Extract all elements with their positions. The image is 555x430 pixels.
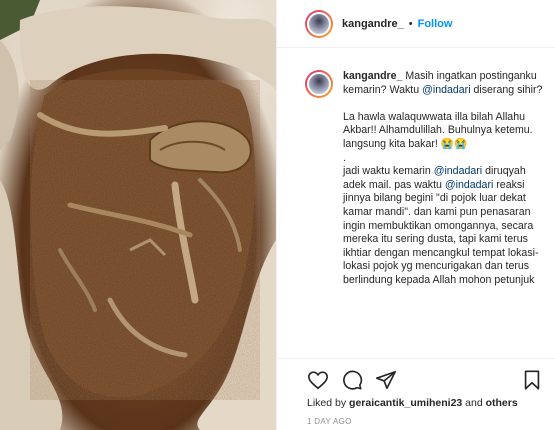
post-sidebar: kangandre_ • Follow kangandre_ Masih ing… (276, 0, 555, 430)
heart-icon[interactable] (307, 369, 329, 391)
likes-prefix: Liked by (307, 397, 350, 409)
caption-avatar-image (307, 72, 331, 96)
likes-line: Liked by geraicantik_umiheni23 and other… (307, 397, 543, 409)
actions-section: Liked by geraicantik_umiheni23 and other… (277, 358, 555, 430)
avatar-image (307, 11, 331, 36)
sack-of-soil-illustration (0, 0, 276, 430)
caption-avatar[interactable] (305, 70, 333, 98)
caption-mention[interactable]: @indadari (445, 179, 493, 191)
caption-username[interactable]: kangandre_ (343, 70, 402, 82)
liked-by-user[interactable]: geraicantik_umiheni23 (349, 397, 462, 409)
caption-section: kangandre_ Masih ingatkan postinganku ke… (277, 60, 555, 356)
bookmark-icon[interactable] (521, 369, 543, 391)
avatar[interactable] (305, 9, 333, 38)
follow-button[interactable]: Follow (418, 18, 453, 30)
post-image[interactable] (0, 0, 276, 430)
caption-segment: reaksi jinnya bilang begini "di pojok lu… (343, 178, 539, 286)
likes-others[interactable]: others (486, 397, 518, 409)
action-icon-row (307, 367, 543, 393)
comment-icon[interactable] (341, 369, 363, 391)
post-timestamp[interactable]: 1 DAY AGO (307, 417, 543, 426)
caption-text: kangandre_ Masih ingatkan postinganku ke… (343, 70, 545, 356)
post-header: kangandre_ • Follow (277, 0, 555, 48)
caption-segment: diserang sihir? La hawla walaquwwata ill… (343, 83, 543, 178)
separator-dot: • (408, 17, 413, 30)
share-icon[interactable] (375, 369, 397, 391)
header-username[interactable]: kangandre_ (342, 18, 404, 30)
caption-mention[interactable]: @indadari (434, 165, 482, 177)
caption-mention[interactable]: @indadari (422, 84, 470, 96)
likes-and: and (462, 397, 486, 409)
